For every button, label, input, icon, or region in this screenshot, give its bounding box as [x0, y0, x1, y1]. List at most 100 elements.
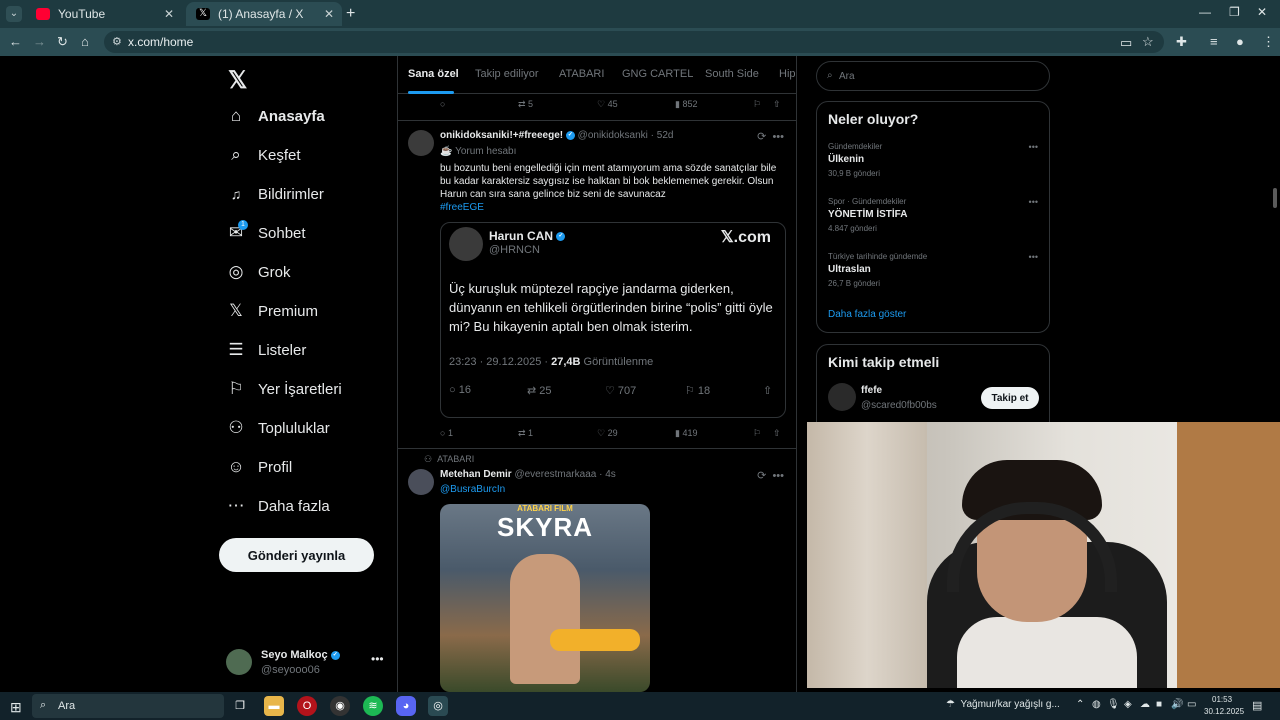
volume-icon[interactable]: 🔊	[1171, 699, 1183, 710]
search-input[interactable]: ⌕ Ara	[816, 61, 1050, 91]
address-bar[interactable]: ⚙ x.com/home ▭ ☆	[104, 31, 1164, 53]
tab-atabari[interactable]: ATABARI	[559, 68, 604, 80]
spotify-icon[interactable]: ≋	[363, 696, 383, 716]
browser-profile-icon[interactable]: ●	[1236, 34, 1244, 49]
reload-icon[interactable]: ↻	[57, 34, 68, 50]
views-button[interactable]: ▮ 852	[675, 99, 697, 110]
reading-list-icon[interactable]: ≡	[1210, 34, 1218, 49]
task-view-icon[interactable]: ❐	[230, 696, 250, 716]
trend-item[interactable]: Spor · Gündemdekiler YÖNETİM İSTİFA 4.84…	[828, 197, 1038, 239]
tray-app-icon[interactable]: ◍	[1092, 699, 1101, 710]
minimize-icon[interactable]: —	[1199, 5, 1211, 19]
like-button[interactable]: ♡ 29	[597, 428, 618, 439]
site-info-icon[interactable]: ⚙	[112, 35, 122, 48]
show-more-link[interactable]: Daha fazla göster	[828, 309, 906, 320]
repost-button[interactable]: ⇄ 1	[518, 428, 533, 439]
x-logo-icon[interactable]: 𝕏	[228, 66, 247, 95]
sidebar-item-messages[interactable]: ✉ 1 Sohbet	[226, 218, 306, 248]
app-icon[interactable]: ◉	[330, 696, 350, 716]
tweet-author[interactable]: onikidoksaniki!+#freeege! ✓ @onikidoksan…	[440, 130, 673, 141]
avatar[interactable]	[408, 469, 434, 495]
like-button[interactable]: ♡ 45	[597, 99, 618, 110]
sidebar-item-grok[interactable]: ◎ Grok	[226, 257, 291, 287]
bookmark-icon[interactable]: ⚐	[753, 428, 761, 439]
cast-icon[interactable]: ▭	[1120, 35, 1132, 51]
follow-button[interactable]: Takip et	[981, 387, 1039, 409]
sidebar-item-profile[interactable]: ☺ Profil	[226, 452, 292, 482]
file-explorer-icon[interactable]: ▬	[264, 696, 284, 716]
clock-date[interactable]: 30.12.2025	[1204, 707, 1244, 716]
restore-icon[interactable]: ❐	[1229, 5, 1240, 19]
bookmark-icon[interactable]: ⚐	[753, 99, 761, 110]
network-icon[interactable]: ▭	[1187, 699, 1196, 710]
back-icon[interactable]: ←	[9, 34, 22, 49]
sidebar-item-explore[interactable]: ⌕ Keşfet	[226, 140, 300, 170]
tweet-more-icon[interactable]: ⟳ •••	[757, 130, 784, 143]
opera-icon[interactable]: O	[297, 696, 317, 716]
home-page-icon[interactable]: ⌂	[81, 34, 89, 49]
tab-search-dropdown-icon[interactable]: ⌄	[6, 6, 22, 22]
bookmark-icon: ⚐ 18	[685, 385, 711, 397]
tab-hip[interactable]: Hip	[779, 68, 796, 80]
more-dots-icon[interactable]: •••	[1029, 197, 1038, 207]
sidebar-item-premium[interactable]: 𝕏 Premium	[226, 296, 318, 326]
tweet-author[interactable]: Metehan Demir @everestmarkaaa · 4s	[440, 469, 616, 480]
close-window-icon[interactable]: ✕	[1257, 5, 1267, 19]
browser-tab-x[interactable]: 𝕏 (1) Anasayfa / X ✕	[186, 2, 342, 26]
close-tab-icon[interactable]: ✕	[324, 2, 334, 26]
quoted-tweet-card[interactable]: Harun CAN ✓ @HRNCN 𝕏.com Üç kuruşluk müp…	[440, 222, 786, 418]
microphone-icon[interactable]: 🎙	[1107, 699, 1120, 710]
weather-widget[interactable]: ☂ Yağmur/kar yağışlı g...	[946, 699, 1060, 710]
tab-south-side[interactable]: South Side	[705, 68, 759, 80]
avatar[interactable]	[408, 130, 434, 156]
tray-app-icon[interactable]: ■	[1156, 699, 1162, 710]
scrollbar-thumb[interactable]	[1273, 188, 1277, 208]
close-tab-icon[interactable]: ✕	[164, 2, 174, 26]
views-button[interactable]: ▮ 419	[675, 428, 697, 439]
reply-button[interactable]: ○ 1	[440, 428, 453, 438]
sidebar-item-notifications[interactable]: ♫ Bildirimler	[226, 179, 324, 209]
sidebar-item-lists[interactable]: ☰ Listeler	[226, 335, 306, 365]
clock-time[interactable]: 01:53	[1212, 695, 1232, 704]
search-icon: ⌕	[231, 145, 241, 164]
tab-gng-cartel[interactable]: GNG CARTEL	[622, 68, 693, 80]
sidebar-item-more[interactable]: ⋯ Daha fazla	[226, 491, 330, 521]
taskbar-search[interactable]: ⌕ Ara	[32, 694, 224, 718]
chrome-icon[interactable]: ◎	[428, 696, 448, 716]
browser-tab-youtube[interactable]: YouTube ✕	[26, 2, 182, 26]
extensions-icon[interactable]: ✚	[1176, 34, 1187, 50]
windows-start-icon[interactable]: ⊞	[10, 699, 22, 716]
notifications-icon[interactable]: ▤	[1252, 699, 1262, 712]
share-icon[interactable]: ⇧	[773, 99, 781, 110]
tweet-image[interactable]: ATABARI FILM SKYRA	[440, 504, 650, 692]
browser-menu-icon[interactable]: ⋮	[1262, 34, 1275, 50]
avatar[interactable]	[828, 383, 856, 411]
reply-icon[interactable]: ○	[440, 99, 445, 109]
tray-gamepad-icon[interactable]: ◈	[1124, 699, 1132, 710]
sidebar-item-communities[interactable]: ⚇ Topluluklar	[226, 413, 329, 443]
account-switcher[interactable]: Seyo Malkoç ✓ @seyooo06 •••	[226, 646, 391, 682]
tray-chevron-icon[interactable]: ⌃	[1076, 699, 1084, 710]
discord-icon[interactable]: ◕	[396, 696, 416, 716]
post-button[interactable]: Gönderi yayınla	[219, 538, 374, 572]
mention-link[interactable]: @BusraBurcIn	[440, 484, 505, 495]
bookmark-star-icon[interactable]: ☆	[1142, 34, 1154, 50]
sidebar-item-bookmarks[interactable]: ⚐ Yer İşaretleri	[226, 374, 341, 404]
tab-for-you[interactable]: Sana özel	[408, 68, 459, 80]
more-dots-icon[interactable]: •••	[371, 652, 384, 666]
url-text[interactable]: x.com/home	[128, 35, 193, 49]
new-tab-icon[interactable]: +	[346, 5, 355, 23]
tab-following[interactable]: Takip ediliyor	[475, 68, 539, 80]
share-icon[interactable]: ⇧	[773, 428, 781, 439]
hashtag-link[interactable]: #freeEGE	[440, 202, 484, 213]
trend-item[interactable]: Türkiye tarihinde gündemde Ultraslan 26,…	[828, 252, 1038, 294]
tray-cloud-icon[interactable]: ☁	[1140, 699, 1150, 710]
suggested-user-name[interactable]: ffefe	[861, 385, 882, 396]
tweet-more-icon[interactable]: ⟳ •••	[757, 469, 784, 482]
trend-item[interactable]: Gündemdekiler Ülkenin 30,9 B gönderi •••	[828, 142, 1038, 184]
forward-icon[interactable]: →	[33, 34, 46, 49]
more-dots-icon[interactable]: •••	[1029, 252, 1038, 262]
repost-button[interactable]: ⇄ 5	[518, 99, 533, 110]
sidebar-item-home[interactable]: ⌂ Anasayfa	[226, 101, 325, 131]
more-dots-icon[interactable]: •••	[1029, 142, 1038, 152]
